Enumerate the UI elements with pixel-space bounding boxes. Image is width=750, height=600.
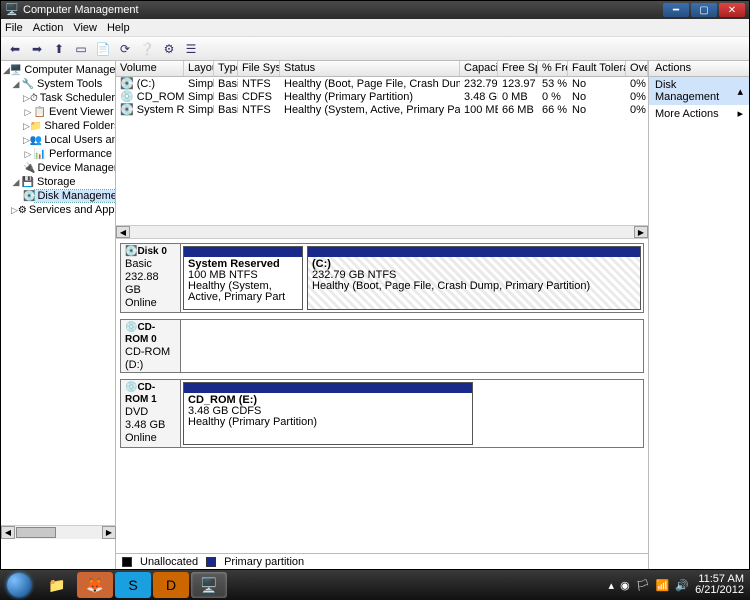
disk-0-info[interactable]: 💽Disk 0 Basic 232.88 GB Online	[121, 244, 181, 312]
tray-network-icon[interactable]: 📶	[656, 579, 670, 592]
menubar: File Action View Help	[1, 19, 749, 37]
tray-show-hidden-icon[interactable]: ▴	[609, 579, 615, 592]
partition-system-reserved[interactable]: System Reserved100 MB NTFSHealthy (Syste…	[183, 246, 303, 310]
disk-graphical-view: 💽Disk 0 Basic 232.88 GB Online System Re…	[116, 239, 648, 553]
volume-list[interactable]: 💽 (C:) Simple Basic NTFS Healthy (Boot, …	[116, 77, 648, 225]
up-button[interactable]: ⬆	[49, 39, 69, 59]
menu-action[interactable]: Action	[33, 22, 64, 34]
tree-services-apps[interactable]: ▷⚙Services and Applications	[1, 203, 115, 217]
cdrom-0-info[interactable]: 💿CD-ROM 0 CD-ROM (D:) No Media	[121, 320, 181, 372]
taskbar-computer-management[interactable]: 🖥️	[191, 572, 227, 598]
menu-help[interactable]: Help	[107, 22, 130, 34]
refresh-button[interactable]: ⟳	[115, 39, 135, 59]
legend-unallocated-swatch	[122, 557, 132, 567]
tree-local-users[interactable]: ▷👥Local Users and Groups	[1, 133, 115, 147]
disk-0[interactable]: 💽Disk 0 Basic 232.88 GB Online System Re…	[120, 243, 644, 313]
tree-hscroll[interactable]: ◀▶	[1, 525, 116, 539]
tray-volume-icon[interactable]: 🔊	[675, 579, 689, 592]
show-hide-tree-button[interactable]: ▭	[71, 39, 91, 59]
volume-row[interactable]: 💿 CD_ROM (E:) Simple Basic CDFS Healthy …	[116, 90, 648, 103]
actions-header: Actions	[649, 61, 749, 77]
back-button[interactable]: ⬅	[5, 39, 25, 59]
col-fs[interactable]: File System	[238, 61, 280, 76]
partition-c[interactable]: (C:)232.79 GB NTFSHealthy (Boot, Page Fi…	[307, 246, 641, 310]
taskbar-firefox[interactable]: 🦊	[77, 572, 113, 598]
col-pctfree[interactable]: % Free	[538, 61, 568, 76]
tree-root[interactable]: ◢🖥️Computer Management (Local	[1, 63, 115, 77]
settings-button[interactable]: ⚙	[159, 39, 179, 59]
maximize-button[interactable]: ▢	[691, 3, 717, 17]
taskbar-skype[interactable]: S	[115, 572, 151, 598]
tree-device-manager[interactable]: 🔌Device Manager	[1, 161, 115, 175]
list-button[interactable]: ☰	[181, 39, 201, 59]
chevron-right-icon: ▸	[737, 107, 743, 120]
navigation-tree[interactable]: ◢🖥️Computer Management (Local ◢🔧System T…	[1, 61, 116, 569]
col-layout[interactable]: Layout	[184, 61, 214, 76]
tree-task-scheduler[interactable]: ▷⏱Task Scheduler	[1, 91, 115, 105]
properties-button[interactable]: 📄	[93, 39, 113, 59]
legend-primary-swatch	[206, 557, 216, 567]
taskbar-explorer[interactable]: 📁	[39, 572, 75, 598]
volume-hscroll[interactable]: ◀▶	[116, 225, 648, 239]
menu-file[interactable]: File	[5, 22, 23, 34]
col-capacity[interactable]: Capacity	[460, 61, 498, 76]
tree-storage[interactable]: ◢💾Storage	[1, 175, 115, 189]
taskbar[interactable]: 📁 🦊 S D 🖥️ ▴ ◉ 🏳 📶 🔊 11:57 AM 6/21/2012	[0, 570, 750, 600]
help-button[interactable]: ❔	[137, 39, 157, 59]
cdrom-1-info[interactable]: 💿CD-ROM 1 DVD 3.48 GB Online	[121, 380, 181, 447]
window-title: Computer Management	[23, 4, 663, 16]
taskbar-app-d[interactable]: D	[153, 572, 189, 598]
volume-row[interactable]: 💽 (C:) Simple Basic NTFS Healthy (Boot, …	[116, 77, 648, 90]
toolbar: ⬅ ➡ ⬆ ▭ 📄 ⟳ ❔ ⚙ ☰	[1, 37, 749, 61]
minimize-button[interactable]: ━	[663, 3, 689, 17]
system-tray[interactable]: ▴ ◉ 🏳 📶 🔊 11:57 AM 6/21/2012	[609, 574, 750, 596]
col-volume[interactable]: Volume	[116, 61, 184, 76]
close-button[interactable]: ✕	[719, 3, 745, 17]
legend-unallocated: Unallocated	[140, 556, 198, 568]
titlebar[interactable]: 🖥️ Computer Management ━ ▢ ✕	[1, 1, 749, 19]
start-button[interactable]	[0, 570, 38, 600]
partition-cdrom-e[interactable]: CD_ROM (E:)3.48 GB CDFSHealthy (Primary …	[183, 382, 473, 445]
tree-event-viewer[interactable]: ▷📋Event Viewer	[1, 105, 115, 119]
collapse-icon: ▴	[737, 85, 743, 98]
col-type[interactable]: Type	[214, 61, 238, 76]
tray-action-center-icon[interactable]: 🏳	[636, 579, 650, 592]
volume-row[interactable]: 💽 System Reserved Simple Basic NTFS Heal…	[116, 103, 648, 116]
menu-view[interactable]: View	[73, 22, 97, 34]
legend: Unallocated Primary partition	[116, 553, 648, 569]
cdrom-1[interactable]: 💿CD-ROM 1 DVD 3.48 GB Online CD_ROM (E:)…	[120, 379, 644, 448]
volume-list-header[interactable]: Volume Layout Type File System Status Ca…	[116, 61, 648, 77]
col-fault[interactable]: Fault Tolerance	[568, 61, 626, 76]
actions-more[interactable]: More Actions▸	[649, 105, 749, 122]
tree-performance[interactable]: ▷📊Performance	[1, 147, 115, 161]
actions-pane: Actions Disk Management▴ More Actions▸	[649, 61, 749, 569]
legend-primary: Primary partition	[224, 556, 304, 568]
center-pane: Volume Layout Type File System Status Ca…	[116, 61, 649, 569]
computer-management-window: 🖥️ Computer Management ━ ▢ ✕ File Action…	[0, 0, 750, 570]
tray-nvidia-icon[interactable]: ◉	[620, 579, 630, 592]
tree-disk-management[interactable]: 💽Disk Management	[1, 189, 115, 203]
actions-disk-management[interactable]: Disk Management▴	[649, 77, 749, 105]
col-overhead[interactable]: Over	[626, 61, 648, 76]
tree-system-tools[interactable]: ◢🔧System Tools	[1, 77, 115, 91]
forward-button[interactable]: ➡	[27, 39, 47, 59]
tree-shared-folders[interactable]: ▷📁Shared Folders	[1, 119, 115, 133]
tray-clock[interactable]: 11:57 AM 6/21/2012	[695, 574, 744, 596]
app-icon: 🖥️	[5, 3, 19, 17]
cdrom-0[interactable]: 💿CD-ROM 0 CD-ROM (D:) No Media	[120, 319, 644, 373]
col-free[interactable]: Free Space	[498, 61, 538, 76]
col-status[interactable]: Status	[280, 61, 460, 76]
